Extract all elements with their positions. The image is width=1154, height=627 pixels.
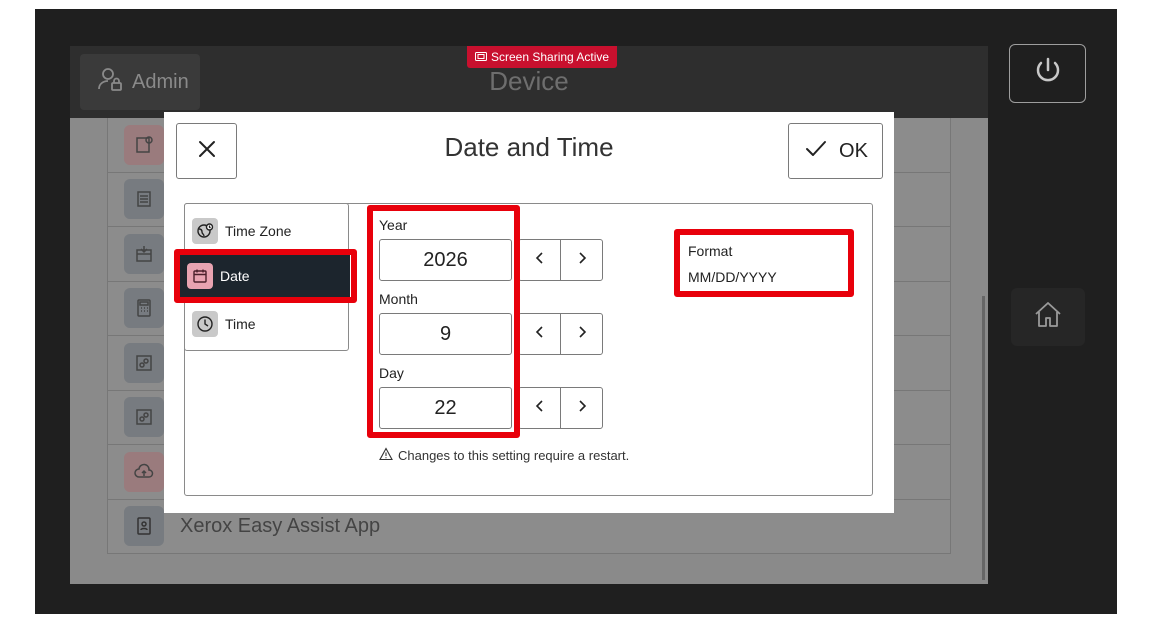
list-icon	[124, 179, 164, 220]
warning-text: Changes to this setting require a restar…	[398, 448, 630, 463]
nav-item-label: Date	[220, 268, 250, 284]
clock-icon	[192, 311, 218, 337]
nav-item-date[interactable]: Date	[180, 252, 350, 300]
assist-app-icon	[124, 506, 164, 547]
cloud-upload-icon	[124, 451, 164, 492]
month-value[interactable]: 9	[379, 313, 512, 355]
chevron-right-icon	[574, 398, 590, 419]
screen-sharing-badge: Screen Sharing Active	[467, 46, 618, 68]
restart-warning: Changes to this setting require a restar…	[379, 447, 629, 464]
screen-sharing-label: Screen Sharing Active	[491, 50, 610, 64]
app-icon	[124, 397, 164, 438]
ok-button[interactable]: OK	[788, 123, 883, 179]
tray-icon	[124, 233, 164, 274]
day-increment-button[interactable]	[560, 388, 602, 428]
month-decrement-button[interactable]	[519, 314, 560, 354]
globe-clock-icon	[192, 218, 218, 244]
calendar-icon	[187, 263, 213, 289]
month-label: Month	[379, 291, 418, 307]
year-value[interactable]: 2026	[379, 239, 512, 281]
day-stepper	[518, 387, 603, 429]
month-stepper	[518, 313, 603, 355]
day-value[interactable]: 22	[379, 387, 512, 429]
nav-item-time[interactable]: Time	[185, 300, 350, 348]
day-decrement-button[interactable]	[519, 388, 560, 428]
chevron-left-icon	[532, 324, 548, 345]
document-settings-icon	[124, 124, 164, 165]
month-increment-button[interactable]	[560, 314, 602, 354]
app-icon	[124, 342, 164, 383]
screen-share-icon	[475, 46, 487, 68]
year-increment-button[interactable]	[560, 240, 602, 280]
checkmark-icon	[803, 135, 829, 167]
nav-item-time-zone[interactable]: Time Zone	[185, 207, 350, 255]
calculator-icon	[124, 288, 164, 329]
chevron-right-icon	[574, 324, 590, 345]
power-icon	[1031, 54, 1065, 93]
nav-item-label: Time Zone	[225, 223, 292, 239]
chevron-left-icon	[532, 398, 548, 419]
ok-label: OK	[839, 139, 868, 162]
year-decrement-button[interactable]	[519, 240, 560, 280]
home-button[interactable]	[1011, 288, 1085, 346]
year-label: Year	[379, 217, 408, 233]
power-button[interactable]	[1009, 44, 1086, 103]
format-label: Format	[688, 243, 733, 259]
dialog-title: Date and Time	[444, 132, 614, 162]
scrollbar[interactable]	[982, 296, 985, 580]
year-stepper	[518, 239, 603, 281]
top-bar: Admin Device Screen Sharing Active	[70, 46, 988, 118]
warning-icon	[379, 447, 393, 464]
chevron-right-icon	[574, 250, 590, 271]
device-title: Device	[489, 66, 569, 96]
home-icon	[1031, 298, 1065, 337]
format-value[interactable]: MM/DD/YYYY	[688, 269, 777, 285]
nav-item-label: Time	[225, 316, 256, 332]
day-label: Day	[379, 365, 404, 381]
chevron-left-icon	[532, 250, 548, 271]
